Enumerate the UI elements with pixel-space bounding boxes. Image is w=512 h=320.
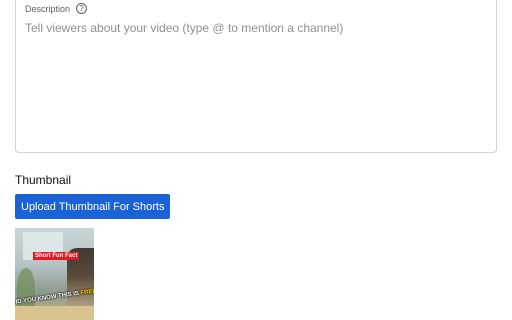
thumbnail-preview[interactable]: Short Fun Fact DID YOU KNOW THIS IS FREE bbox=[15, 228, 94, 320]
thumbnail-tag: Short Fun Fact bbox=[33, 252, 80, 260]
video-details-page: Description ? Thumbnail Upload Thumbnail… bbox=[0, 0, 512, 320]
description-label-row: Description ? bbox=[25, 3, 88, 14]
upload-thumbnail-button[interactable]: Upload Thumbnail For Shorts bbox=[15, 194, 171, 219]
question-circle-icon[interactable]: ? bbox=[76, 3, 88, 14]
description-label: Description bbox=[25, 3, 71, 14]
description-input[interactable] bbox=[25, 21, 485, 35]
description-field[interactable]: Description ? bbox=[15, 0, 497, 153]
thumbnail-heading: Thumbnail bbox=[15, 173, 72, 187]
thumbnail-table-graphic bbox=[15, 306, 94, 320]
